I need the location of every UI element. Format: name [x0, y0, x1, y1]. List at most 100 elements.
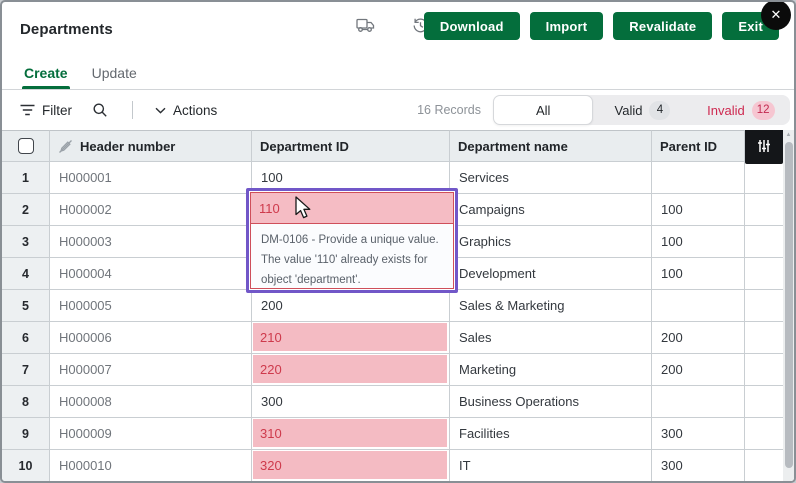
header-actions: Download Import Revalidate Exit [424, 12, 779, 40]
cell-department-id[interactable]: 310 [252, 418, 450, 450]
cell-header-number[interactable]: H000009 [50, 418, 252, 450]
column-header-label: Department name [458, 139, 568, 154]
column-header-label: Parent ID [660, 139, 717, 154]
row-number[interactable]: 10 [2, 450, 50, 481]
row-number[interactable]: 5 [2, 290, 50, 322]
chevron-down-icon [155, 107, 166, 114]
import-button[interactable]: Import [530, 12, 604, 40]
filter-label: Filter [42, 103, 72, 118]
select-all-checkbox[interactable] [18, 138, 34, 154]
vertical-scrollbar[interactable]: ▲ [783, 130, 794, 481]
truck-icon[interactable] [356, 18, 375, 33]
row-number[interactable]: 3 [2, 226, 50, 258]
cell-parent-id[interactable]: 100 [652, 258, 745, 290]
column-header-parent-id[interactable]: Parent ID [652, 130, 745, 162]
close-button[interactable]: ✕ [761, 0, 791, 30]
valid-count-badge: 4 [649, 101, 670, 120]
segment-all[interactable]: All [493, 95, 593, 125]
cell-department-id[interactable]: 220 [252, 354, 450, 386]
search-icon [92, 102, 108, 118]
toolbar-divider [132, 101, 133, 119]
column-settings-button[interactable] [745, 130, 783, 164]
cell-parent-id[interactable] [652, 162, 745, 194]
column-header-department-name[interactable]: Department name [450, 130, 652, 162]
scrollbar-thumb[interactable] [785, 142, 793, 468]
cell-header-number[interactable]: H000006 [50, 322, 252, 354]
cell-header-number[interactable]: H000008 [50, 386, 252, 418]
actions-label: Actions [173, 103, 217, 118]
cell-header-number[interactable]: H000004 [50, 258, 252, 290]
cell-department-name[interactable]: Facilities [450, 418, 652, 450]
cell-department-name[interactable]: Marketing [450, 354, 652, 386]
column-header-label: Header number [80, 139, 175, 154]
revalidate-button[interactable]: Revalidate [613, 12, 712, 40]
row-number[interactable]: 1 [2, 162, 50, 194]
cell-header-number[interactable]: H000002 [50, 194, 252, 226]
selected-cell-outline: 110 DM-0106 - Provide a unique value. Th… [246, 188, 458, 293]
cell-parent-id[interactable]: 100 [652, 226, 745, 258]
cell-department-name[interactable]: Campaigns [450, 194, 652, 226]
edit-disabled-icon [58, 139, 73, 154]
column-header-header-number[interactable]: Header number [50, 130, 252, 162]
cell-parent-id[interactable] [652, 386, 745, 418]
cell-parent-id[interactable]: 200 [652, 322, 745, 354]
cell-parent-id[interactable]: 300 [652, 418, 745, 450]
row-number[interactable]: 9 [2, 418, 50, 450]
table-row: 6 H000006 210 Sales 200 [2, 322, 794, 354]
cell-department-name[interactable]: Business Operations [450, 386, 652, 418]
close-icon: ✕ [771, 7, 782, 22]
column-header-department-id[interactable]: Department ID [252, 130, 450, 162]
cell-department-id[interactable]: 320 [252, 450, 450, 481]
tab-bar: Create Update [2, 57, 794, 90]
cursor-icon [294, 196, 313, 221]
table-row: 9 H000009 310 Facilities 300 [2, 418, 794, 450]
segment-valid-label: Valid [615, 103, 643, 118]
segment-invalid-label: Invalid [707, 103, 745, 118]
cell-department-name[interactable]: IT [450, 450, 652, 481]
column-settings-icon [757, 139, 771, 153]
filter-button[interactable]: Filter [20, 103, 72, 118]
select-all-cell [2, 130, 50, 162]
cell-parent-id[interactable] [652, 290, 745, 322]
tab-create[interactable]: Create [22, 57, 70, 89]
download-button[interactable]: Download [424, 12, 520, 40]
segment-invalid[interactable]: Invalid 12 [692, 95, 790, 125]
actions-button[interactable]: Actions [155, 103, 217, 118]
cell-parent-id[interactable]: 300 [652, 450, 745, 481]
row-number[interactable]: 2 [2, 194, 50, 226]
cell-parent-id[interactable]: 200 [652, 354, 745, 386]
invalid-cell-highlight: 210 [253, 323, 447, 351]
segment-valid[interactable]: Valid 4 [593, 95, 691, 125]
segment-all-label: All [536, 103, 550, 118]
cell-header-number[interactable]: H000005 [50, 290, 252, 322]
table-row: 7 H000007 220 Marketing 200 [2, 354, 794, 386]
grid-header-row: Header number Department ID Department n… [2, 130, 794, 162]
cell-department-id[interactable]: 210 [252, 322, 450, 354]
filter-icon [20, 104, 35, 116]
cell-parent-id[interactable]: 100 [652, 194, 745, 226]
cell-header-number[interactable]: H000003 [50, 226, 252, 258]
tab-update-label: Update [92, 65, 137, 81]
search-button[interactable] [92, 102, 108, 118]
cell-department-name[interactable]: Sales & Marketing [450, 290, 652, 322]
cell-department-name[interactable]: Development [450, 258, 652, 290]
cell-header-number[interactable]: H000007 [50, 354, 252, 386]
cell-header-number[interactable]: H000001 [50, 162, 252, 194]
tab-update[interactable]: Update [90, 57, 139, 89]
cell-department-name[interactable]: Graphics [450, 226, 652, 258]
scroll-up-arrow-icon[interactable]: ▲ [783, 130, 794, 141]
selected-invalid-cell[interactable]: 110 [251, 193, 453, 224]
cell-department-name[interactable]: Sales [450, 322, 652, 354]
row-number[interactable]: 8 [2, 386, 50, 418]
validity-filter: All Valid 4 Invalid 12 [493, 95, 790, 125]
row-number[interactable]: 4 [2, 258, 50, 290]
invalid-cell-highlight: 310 [253, 419, 447, 447]
cell-header-number[interactable]: H000010 [50, 450, 252, 481]
table-row: 10 H000010 320 IT 300 [2, 450, 794, 481]
data-grid: Header number Department ID Department n… [2, 130, 794, 481]
cell-department-id[interactable]: 300 [252, 386, 450, 418]
row-number[interactable]: 6 [2, 322, 50, 354]
row-number[interactable]: 7 [2, 354, 50, 386]
cell-department-name[interactable]: Services [450, 162, 652, 194]
departments-import-window: Departments Download Import Revalidate E… [0, 0, 796, 483]
